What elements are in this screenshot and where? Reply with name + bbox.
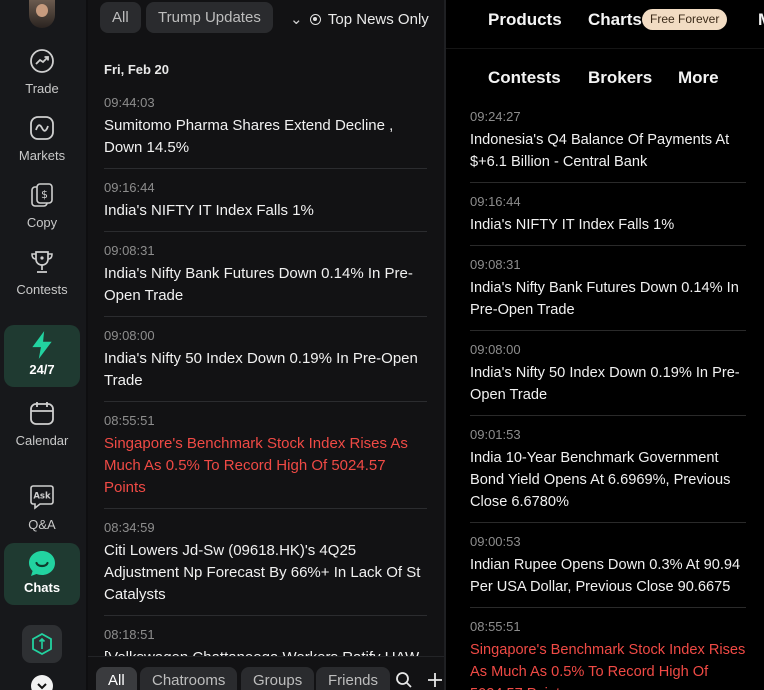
chat-smile-icon [28, 550, 56, 578]
nav-brokers[interactable]: Brokers [588, 68, 652, 88]
news-headline[interactable]: India's Nifty Bank Futures Down 0.14% In… [470, 277, 746, 321]
expand-rail-button[interactable] [31, 675, 53, 690]
news-headline[interactable]: Sumitomo Pharma Shares Extend Decline , … [104, 115, 427, 159]
news-time: 09:16:44 [470, 194, 521, 209]
trend-up-icon [29, 48, 55, 74]
news-time: 09:08:31 [104, 243, 155, 258]
rail-item-chats[interactable]: Chats [4, 543, 80, 605]
user-avatar[interactable] [29, 0, 55, 28]
chat-tab-friends[interactable]: Friends [316, 667, 391, 690]
rail-item-trade[interactable]: Trade [4, 44, 80, 106]
svg-text:$: $ [41, 188, 48, 201]
news-headline[interactable]: Indonesia's Q4 Balance Of Payments At $+… [470, 129, 746, 173]
date-header: Fri, Feb 20 [104, 62, 170, 77]
chat-tab-groups[interactable]: Groups [241, 667, 315, 690]
news-headline[interactable]: Indian Rupee Opens Down 0.3% At 90.94 Pe… [470, 554, 746, 598]
right-news-list: 09:24:27 Indonesia's Q4 Balance Of Payme… [470, 106, 746, 690]
news-item[interactable]: 09:08:31 India's Nifty Bank Futures Down… [470, 254, 746, 331]
news-headline[interactable]: Singapore's Benchmark Stock Index Rises … [470, 639, 746, 690]
news-item[interactable]: 09:01:53 India 10-Year Benchmark Governm… [470, 424, 746, 523]
radio-icon[interactable] [310, 14, 321, 25]
svg-text:Ask: Ask [33, 492, 51, 502]
news-headline[interactable]: Singapore's Benchmark Stock Index Rises … [104, 433, 427, 499]
hexagon-link-icon [32, 633, 52, 655]
news-time: 09:08:00 [470, 342, 521, 357]
trophy-icon [29, 249, 55, 275]
nav-separator [446, 48, 764, 49]
news-headline[interactable]: India's Nifty Bank Futures Down 0.14% In… [104, 263, 427, 307]
rail-label: Q&A [28, 517, 56, 532]
rail-label: Trade [25, 81, 59, 96]
rail-item-calendar[interactable]: Calendar [4, 396, 80, 458]
news-list: 09:44:03 Sumitomo Pharma Shares Extend D… [104, 92, 427, 690]
news-headline[interactable]: Citi Lowers Jd-Sw (09618.HK)'s 4Q25 Adju… [104, 540, 427, 606]
news-item[interactable]: 09:16:44 India's NIFTY IT Index Falls 1% [104, 177, 427, 232]
news-time: 09:24:27 [470, 109, 521, 124]
news-headline[interactable]: India 10-Year Benchmark Government Bond … [470, 447, 746, 513]
nav-charts[interactable]: Charts [588, 10, 642, 30]
chat-tab-chatrooms[interactable]: Chatrooms [140, 667, 238, 690]
chevron-down-icon [37, 683, 47, 690]
news-item[interactable]: 09:16:44 India's NIFTY IT Index Falls 1% [470, 191, 746, 246]
secondary-panel: Products Charts Free Forever M Contests … [446, 0, 764, 690]
news-time: 08:55:51 [470, 619, 521, 634]
news-feed-panel: All Trump Updates ⌄ Top News Only Fri, F… [88, 0, 444, 690]
news-time: 08:18:51 [104, 627, 155, 642]
news-item-highlighted[interactable]: 08:55:51 Singapore's Benchmark Stock Ind… [104, 410, 427, 509]
rail-label: 24/7 [29, 362, 55, 377]
ask-bubble-icon: Ask [29, 484, 55, 510]
news-item-highlighted[interactable]: 08:55:51 Singapore's Benchmark Stock Ind… [470, 616, 746, 690]
news-item[interactable]: 09:44:03 Sumitomo Pharma Shares Extend D… [104, 92, 427, 169]
news-time: 09:44:03 [104, 95, 155, 110]
search-icon[interactable] [395, 671, 413, 689]
chain-button[interactable] [22, 625, 62, 663]
rail-item-qa[interactable]: Ask Q&A [4, 480, 80, 542]
chevron-down-icon[interactable]: ⌄ [290, 10, 303, 28]
news-time: 08:34:59 [104, 520, 155, 535]
news-item[interactable]: 09:08:00 India's Nifty 50 Index Down 0.1… [470, 339, 746, 416]
news-headline[interactable]: India's Nifty 50 Index Down 0.19% In Pre… [470, 362, 746, 406]
news-time: 09:01:53 [470, 427, 521, 442]
calendar-icon [29, 400, 55, 426]
news-time: 09:08:00 [104, 328, 155, 343]
filter-all-tab[interactable]: All [100, 2, 141, 33]
copy-dollar-icon: $ [29, 182, 55, 208]
top-news-only-toggle[interactable]: ⌄ Top News Only [290, 10, 429, 28]
nav-products[interactable]: Products [488, 10, 562, 30]
nav-more[interactable]: More [678, 68, 719, 88]
left-rail: Trade Markets $ Copy Contests 24/7 Calen… [0, 0, 86, 690]
rail-label: Markets [18, 148, 66, 163]
filter-trump-updates-tab[interactable]: Trump Updates [146, 2, 273, 33]
news-item[interactable]: 09:08:00 India's Nifty 50 Index Down 0.1… [104, 325, 427, 402]
lightning-icon [28, 330, 56, 360]
nav-contests[interactable]: Contests [488, 68, 561, 88]
rail-item-copy[interactable]: $ Copy [4, 178, 80, 240]
news-item[interactable]: 09:00:53 Indian Rupee Opens Down 0.3% At… [470, 531, 746, 608]
rail-item-24-7[interactable]: 24/7 [4, 325, 80, 387]
news-headline[interactable]: India's Nifty 50 Index Down 0.19% In Pre… [104, 348, 427, 392]
plus-icon[interactable] [426, 671, 444, 689]
rail-label: Calendar [15, 433, 69, 448]
news-headline[interactable]: India's NIFTY IT Index Falls 1% [470, 214, 746, 236]
rail-label: Chats [23, 580, 61, 595]
markets-wave-icon [29, 115, 55, 141]
news-item[interactable]: 08:34:59 Citi Lowers Jd-Sw (09618.HK)'s … [104, 517, 427, 616]
free-forever-badge: Free Forever [642, 9, 728, 30]
rail-label: Copy [26, 215, 58, 230]
news-time: 08:55:51 [104, 413, 155, 428]
news-headline[interactable]: India's NIFTY IT Index Falls 1% [104, 200, 427, 222]
chat-tab-all[interactable]: All [96, 667, 137, 690]
top-news-label: Top News Only [327, 11, 429, 28]
news-item[interactable]: 09:24:27 Indonesia's Q4 Balance Of Payme… [470, 106, 746, 183]
news-time: 09:08:31 [470, 257, 521, 272]
rail-item-markets[interactable]: Markets [4, 111, 80, 173]
nav-more-truncated[interactable]: M [758, 10, 764, 30]
rail-label: Contests [16, 282, 68, 297]
news-time: 09:16:44 [104, 180, 155, 195]
news-item[interactable]: 09:08:31 India's Nifty Bank Futures Down… [104, 240, 427, 317]
chat-tabs-bar: All Chatrooms Groups Friends [88, 656, 444, 690]
rail-item-contests[interactable]: Contests [4, 245, 80, 307]
news-time: 09:00:53 [470, 534, 521, 549]
